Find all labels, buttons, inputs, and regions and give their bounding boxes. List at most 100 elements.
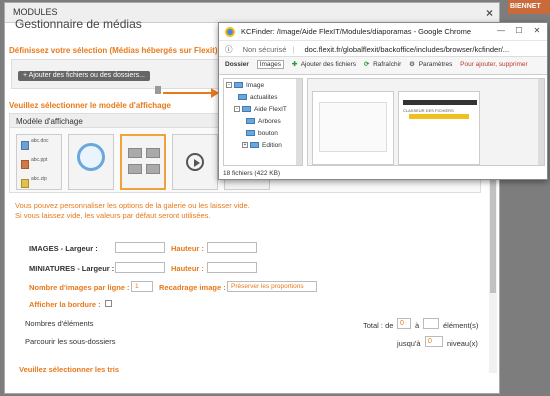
- tree-item-aide-flexit[interactable]: - Aide FlexIT: [234, 106, 287, 113]
- choose-template-label: Veuillez sélectionner le modèle d'affich…: [9, 101, 171, 110]
- info-icon: ⓘ: [225, 45, 233, 54]
- play-icon: [186, 153, 204, 171]
- address-bar[interactable]: ⓘ Non sécurisé | doc.flexit.fr/globalfle…: [219, 41, 547, 57]
- folder-icon: [246, 130, 255, 137]
- template-zoom[interactable]: [68, 134, 114, 190]
- settings-icon: ⚙: [409, 61, 415, 68]
- close-icon[interactable]: ×: [486, 6, 493, 20]
- file-grid: CLASSEUR DES FICHIERS: [307, 78, 545, 166]
- file-thumbnail[interactable]: CLASSEUR DES FICHIERS: [398, 91, 480, 165]
- subfolders-label: Parcourir les sous-dossiers: [25, 337, 116, 346]
- total-from-label: Total : de: [363, 321, 394, 330]
- options-hint: Vous pouvez personnaliser les options de…: [15, 201, 250, 221]
- miniatures-width-label: MINIATURES - Largeur :: [29, 264, 115, 273]
- images-per-row-select[interactable]: 1: [131, 281, 153, 292]
- folder-label: Dossier: [225, 61, 249, 68]
- add-files-toolbar-button[interactable]: Ajouter des fichiers: [301, 61, 356, 68]
- total-from-input[interactable]: 0: [397, 318, 411, 329]
- settings-button[interactable]: Paramètres: [419, 61, 453, 68]
- url-text: doc.flexit.fr/globalflexit/backoffice/in…: [304, 45, 510, 54]
- files-scrollbar[interactable]: [538, 79, 544, 165]
- not-secure-label: Non sécurisé: [242, 45, 287, 54]
- toolbar-hint: Pour ajouter, supprimer: [460, 61, 528, 68]
- address-separator: |: [292, 45, 295, 54]
- folder-tree: - Image actualites - Aide FlexIT Arbores b…: [223, 78, 303, 166]
- crop-label: Recadrage image :: [159, 283, 226, 292]
- template-video[interactable]: [172, 134, 218, 190]
- file-name: abc.ppt: [31, 157, 48, 163]
- page-title: Gestionnaire de médias: [15, 17, 142, 31]
- maximize-icon[interactable]: ☐: [513, 26, 525, 37]
- file-name: abc.doc: [31, 138, 49, 144]
- folder-icon: [242, 106, 251, 113]
- folder-icon: [246, 118, 255, 125]
- kcfinder-window-title: KCFinder: /Image/Aide FlexIT/Modules/dia…: [241, 27, 472, 36]
- depth-suffix-label: niveau(x): [447, 339, 478, 348]
- zip-file-icon: [21, 179, 29, 188]
- images-width-label: IMAGES - Largeur :: [29, 244, 98, 253]
- magnifier-icon: [77, 143, 105, 171]
- doc-file-icon: [21, 141, 29, 150]
- folder-icon: [250, 142, 259, 149]
- images-height-label: Hauteur :: [171, 244, 204, 253]
- grid-cell-icon: [146, 148, 160, 158]
- tree-item-bouton[interactable]: bouton: [246, 130, 278, 137]
- grid-cell-icon: [128, 148, 142, 158]
- file-thumbnail[interactable]: [312, 91, 394, 165]
- drag-handle[interactable]: [155, 86, 161, 94]
- total-suffix-label: élément(s): [443, 321, 479, 330]
- miniatures-height-input[interactable]: [207, 262, 257, 273]
- depth-input[interactable]: 0: [425, 336, 443, 347]
- thumbnail-header-bar: [403, 100, 477, 105]
- grid-cell-icon: [146, 164, 160, 174]
- tree-scrollbar[interactable]: [296, 79, 302, 165]
- kcfinder-window: KCFinder: /Image/Aide FlexIT/Modules/dia…: [218, 22, 548, 180]
- template-file-list[interactable]: abc.doc abc.ppt abc.zip: [16, 134, 62, 190]
- tree-item-image[interactable]: - Image: [226, 82, 264, 89]
- thumbnail-highlight-bar: [409, 114, 469, 119]
- total-to-label: à: [415, 321, 420, 330]
- tree-item-arbores[interactable]: Arbores: [246, 118, 281, 125]
- collapse-icon: -: [226, 82, 232, 89]
- options-hint-line: Si vous laissez vide, les valeurs par dé…: [15, 211, 211, 220]
- ppt-file-icon: [21, 160, 29, 169]
- miniatures-height-label: Hauteur :: [171, 264, 204, 273]
- thumbnail-caption: CLASSEUR DES FICHIERS: [403, 108, 454, 113]
- folder-icon: [234, 82, 243, 89]
- annotation-arrow: [163, 92, 215, 94]
- add-files-button[interactable]: + Ajouter des fichiers ou des dossiers..…: [18, 71, 150, 81]
- refresh-icon: ⟳: [363, 61, 370, 68]
- folder-icon: [238, 94, 247, 101]
- refresh-button[interactable]: Rafraîchir: [373, 61, 401, 68]
- sort-label: Veuillez sélectionner les tris: [19, 365, 120, 374]
- thumbnail-preview: [319, 102, 387, 152]
- kcfinder-toolbar: Dossier Images ✚ Ajouter des fichiers ⟳ …: [219, 57, 547, 75]
- folder-type-select[interactable]: Images: [256, 60, 284, 69]
- template-grid[interactable]: [120, 134, 166, 190]
- miniatures-width-input[interactable]: [115, 262, 165, 273]
- border-label: Afficher la bordure :: [29, 300, 101, 309]
- border-checkbox[interactable]: [105, 300, 112, 307]
- chrome-icon: [225, 27, 235, 37]
- expand-icon: +: [242, 142, 248, 149]
- images-per-row-label: Nombre d'images par ligne :: [29, 283, 130, 292]
- close-window-icon[interactable]: ✕: [531, 26, 543, 37]
- file-name: abc.zip: [31, 176, 47, 182]
- collapse-icon: -: [234, 106, 240, 113]
- minimize-icon[interactable]: —: [495, 26, 507, 37]
- tree-item-actualites[interactable]: actualites: [238, 94, 277, 101]
- selection-label: Définissez votre sélection (Médias héber…: [9, 46, 218, 55]
- background-banner: BIENNET: [508, 0, 550, 14]
- options-hint-line: Vous pouvez personnaliser les options de…: [15, 201, 250, 210]
- grid-cell-icon: [128, 164, 142, 174]
- add-icon: ✚: [291, 61, 298, 68]
- tree-item-edition[interactable]: + Edition: [242, 142, 282, 149]
- depth-label: jusqu'à: [397, 339, 421, 348]
- modal-title: MODULES: [13, 7, 58, 17]
- images-width-input[interactable]: [115, 242, 165, 253]
- images-height-input[interactable]: [207, 242, 257, 253]
- total-to-input[interactable]: [423, 318, 439, 329]
- crop-select[interactable]: Préserver les proportions: [227, 281, 317, 292]
- status-bar: 18 fichiers (422 KB): [223, 170, 281, 177]
- elements-count-label: Nombres d'éléments: [25, 319, 94, 328]
